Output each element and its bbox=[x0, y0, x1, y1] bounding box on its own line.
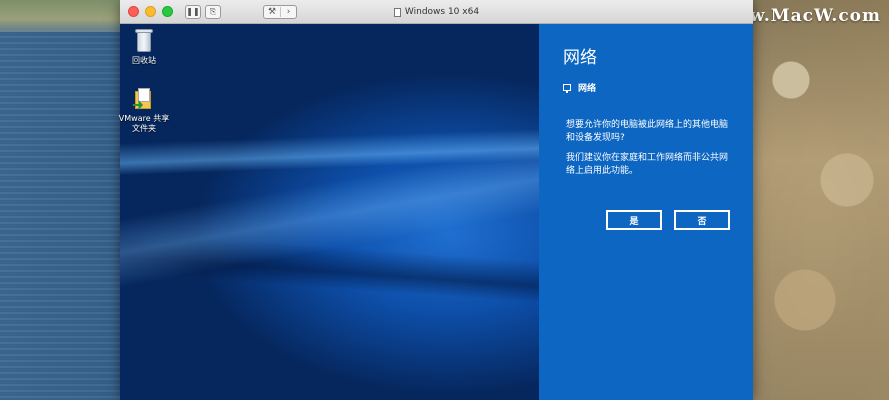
network-flyout: 网络 网络 想要允许你的电脑被此网络上的其他电脑和设备发现吗? 我们建议你在家庭… bbox=[539, 24, 753, 400]
vm-titlebar[interactable]: ❚❚ ⎘ ⚒ › Windows 10 x64 bbox=[120, 0, 753, 24]
desktop-icon-label: 回收站 bbox=[132, 56, 156, 65]
settings-button[interactable]: ⚒ bbox=[264, 7, 280, 17]
pause-button[interactable]: ❚❚ bbox=[185, 4, 201, 19]
wallpaper-cliff bbox=[0, 0, 130, 32]
network-name: 网络 bbox=[578, 84, 597, 94]
vm-settings-group: ⚒ › bbox=[263, 4, 297, 19]
discovery-recommendation: 我们建议你在家庭和工作网络而非公共网络上启用此功能。 bbox=[566, 153, 729, 176]
network-flyout-title: 网络 bbox=[563, 48, 597, 68]
network-item[interactable]: 网络 bbox=[563, 81, 596, 94]
desktop-icon-recycle-bin[interactable]: 回收站 bbox=[114, 28, 174, 66]
minimize-button[interactable] bbox=[145, 6, 156, 17]
wallpaper-sea bbox=[0, 30, 130, 400]
document-icon bbox=[393, 7, 401, 17]
snapshot-button[interactable]: ⎘ bbox=[205, 4, 221, 19]
discovery-question: 想要允许你的电脑被此网络上的其他电脑和设备发现吗? bbox=[566, 120, 729, 143]
zoom-button[interactable] bbox=[162, 6, 173, 17]
recycle-bin-icon bbox=[134, 28, 154, 52]
no-button[interactable]: 否 bbox=[674, 210, 730, 230]
desktop-icon-vmware-shared[interactable]: VMware 共享 文件夹 bbox=[114, 88, 174, 134]
network-monitor-icon bbox=[563, 84, 571, 93]
desktop-icon-label: VMware 共享 文件夹 bbox=[118, 114, 170, 133]
wallpaper-rocks bbox=[749, 0, 889, 400]
forward-button[interactable]: › bbox=[280, 6, 296, 17]
window-title-text: Windows 10 x64 bbox=[404, 7, 480, 17]
shared-folder-icon bbox=[133, 88, 155, 110]
windows-desktop: 回收站 VMware 共享 文件夹 网络 网络 想要允许你的电脑被此网络上的其他… bbox=[119, 24, 753, 400]
yes-button[interactable]: 是 bbox=[606, 210, 662, 230]
close-button[interactable] bbox=[128, 6, 139, 17]
vm-controls: ❚❚ ⎘ bbox=[185, 4, 221, 19]
traffic-lights bbox=[128, 6, 173, 17]
vm-window: ❚❚ ⎘ ⚒ › Windows 10 x64 回收站 VMware 共享 文件… bbox=[119, 0, 753, 400]
